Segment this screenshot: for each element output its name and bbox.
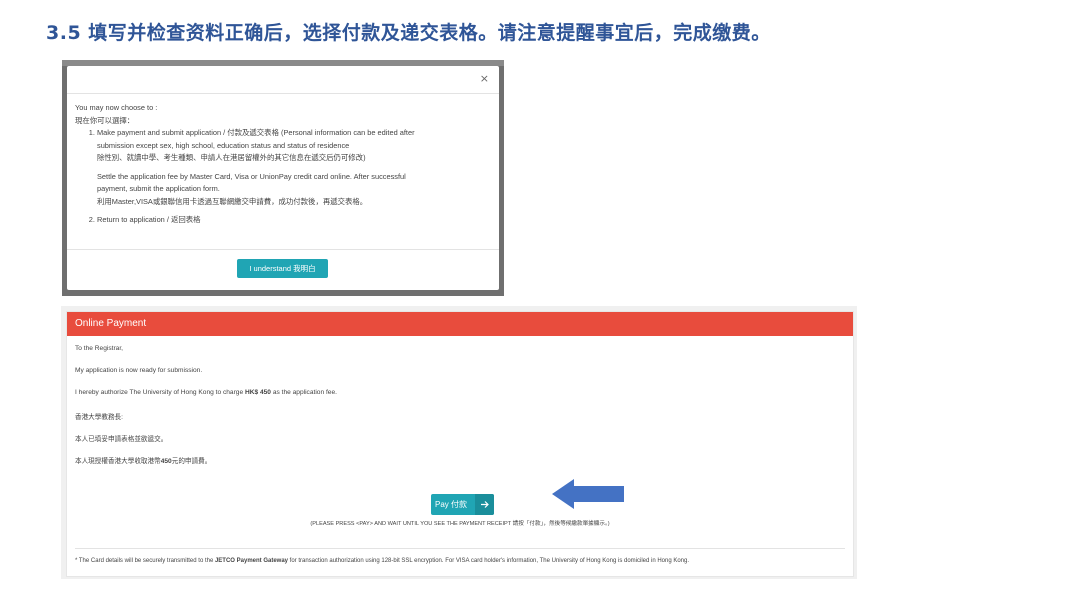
payment-line-5: 本人已填妥申請表格並欲遞交。 <box>75 433 167 443</box>
line6-pre: 本人現授權香港大學收取港幣 <box>75 458 161 465</box>
modal-screenshot: × You may now choose to : 現在你可以選擇： Make … <box>62 60 504 296</box>
modal-footer: I understand 我明白 <box>67 249 499 290</box>
option1-title: Make payment and submit application / 付款… <box>97 127 491 140</box>
foot-bold: JETCO Payment Gateway <box>215 558 288 564</box>
understand-button[interactable]: I understand 我明白 <box>237 259 328 278</box>
slide-title: 3.5 填写并检查资料正确后，选择付款及递交表格。请注意提醒事宜后，完成缴费。 <box>46 18 771 45</box>
close-icon[interactable]: × <box>480 72 489 85</box>
foot-pre: * The Card details will be securely tran… <box>75 558 215 564</box>
payment-header: Online Payment <box>67 312 853 336</box>
payment-line-4: 香港大學教務長: <box>75 411 123 421</box>
option-return: Return to application / 返回表格 <box>97 214 491 227</box>
modal-header: × <box>67 66 499 94</box>
line3-pre: I hereby authorize The University of Hon… <box>75 389 245 396</box>
settle-zh: 利用Master,VISA或銀聯信用卡透過互聯網繳交申請費，成功付款後，再遞交表… <box>97 196 491 209</box>
line6-post: 元的申請費。 <box>172 458 212 465</box>
payment-line-2: My application is now ready for submissi… <box>75 367 202 374</box>
pay-button-label: Pay 付款 <box>435 494 467 515</box>
option-payment: Make payment and submit application / 付款… <box>97 127 491 208</box>
modal-body: You may now choose to : 現在你可以選擇： Make pa… <box>67 94 499 227</box>
option-list: Make payment and submit application / 付款… <box>75 127 491 227</box>
intro-en: You may now choose to : <box>75 102 491 115</box>
option1-cont: submission except sex, high school, educ… <box>97 140 491 153</box>
payment-line-1: To the Registrar, <box>75 345 123 352</box>
settle-en2: payment, submit the application form. <box>97 183 491 196</box>
pay-note: (PLEASE PRESS <PAY> AND WAIT UNTIL YOU S… <box>67 519 853 527</box>
option1-zh: 除性別、就讀中學、考生種類、申請人在港居留權外的其它信息在遞交后仍可修改) <box>97 152 491 165</box>
line6-amount: 450 <box>161 458 172 465</box>
line3-amount: HK$ 450 <box>245 389 271 396</box>
payment-screenshot: Online Payment To the Registrar, My appl… <box>61 306 857 579</box>
intro-zh: 現在你可以選擇： <box>75 115 491 128</box>
line3-post: as the application fee. <box>271 389 337 396</box>
payment-line-6: 本人現授權香港大學收取港幣450元的申請費。 <box>75 455 211 465</box>
settle-en1: Settle the application fee by Master Car… <box>97 171 491 184</box>
left-arrow-icon <box>552 479 626 509</box>
confirm-modal: × You may now choose to : 現在你可以選擇： Make … <box>67 66 499 290</box>
pay-button[interactable]: Pay 付款 <box>431 494 494 515</box>
divider <box>75 548 845 549</box>
payment-panel: Online Payment To the Registrar, My appl… <box>66 311 854 577</box>
foot-post: for transaction authorization using 128-… <box>288 558 689 564</box>
payment-line-3: I hereby authorize The University of Hon… <box>75 389 337 396</box>
arrow-right-icon <box>475 494 494 515</box>
security-note: * The Card details will be securely tran… <box>75 558 689 564</box>
option2-label: Return to application / 返回表格 <box>97 215 201 224</box>
